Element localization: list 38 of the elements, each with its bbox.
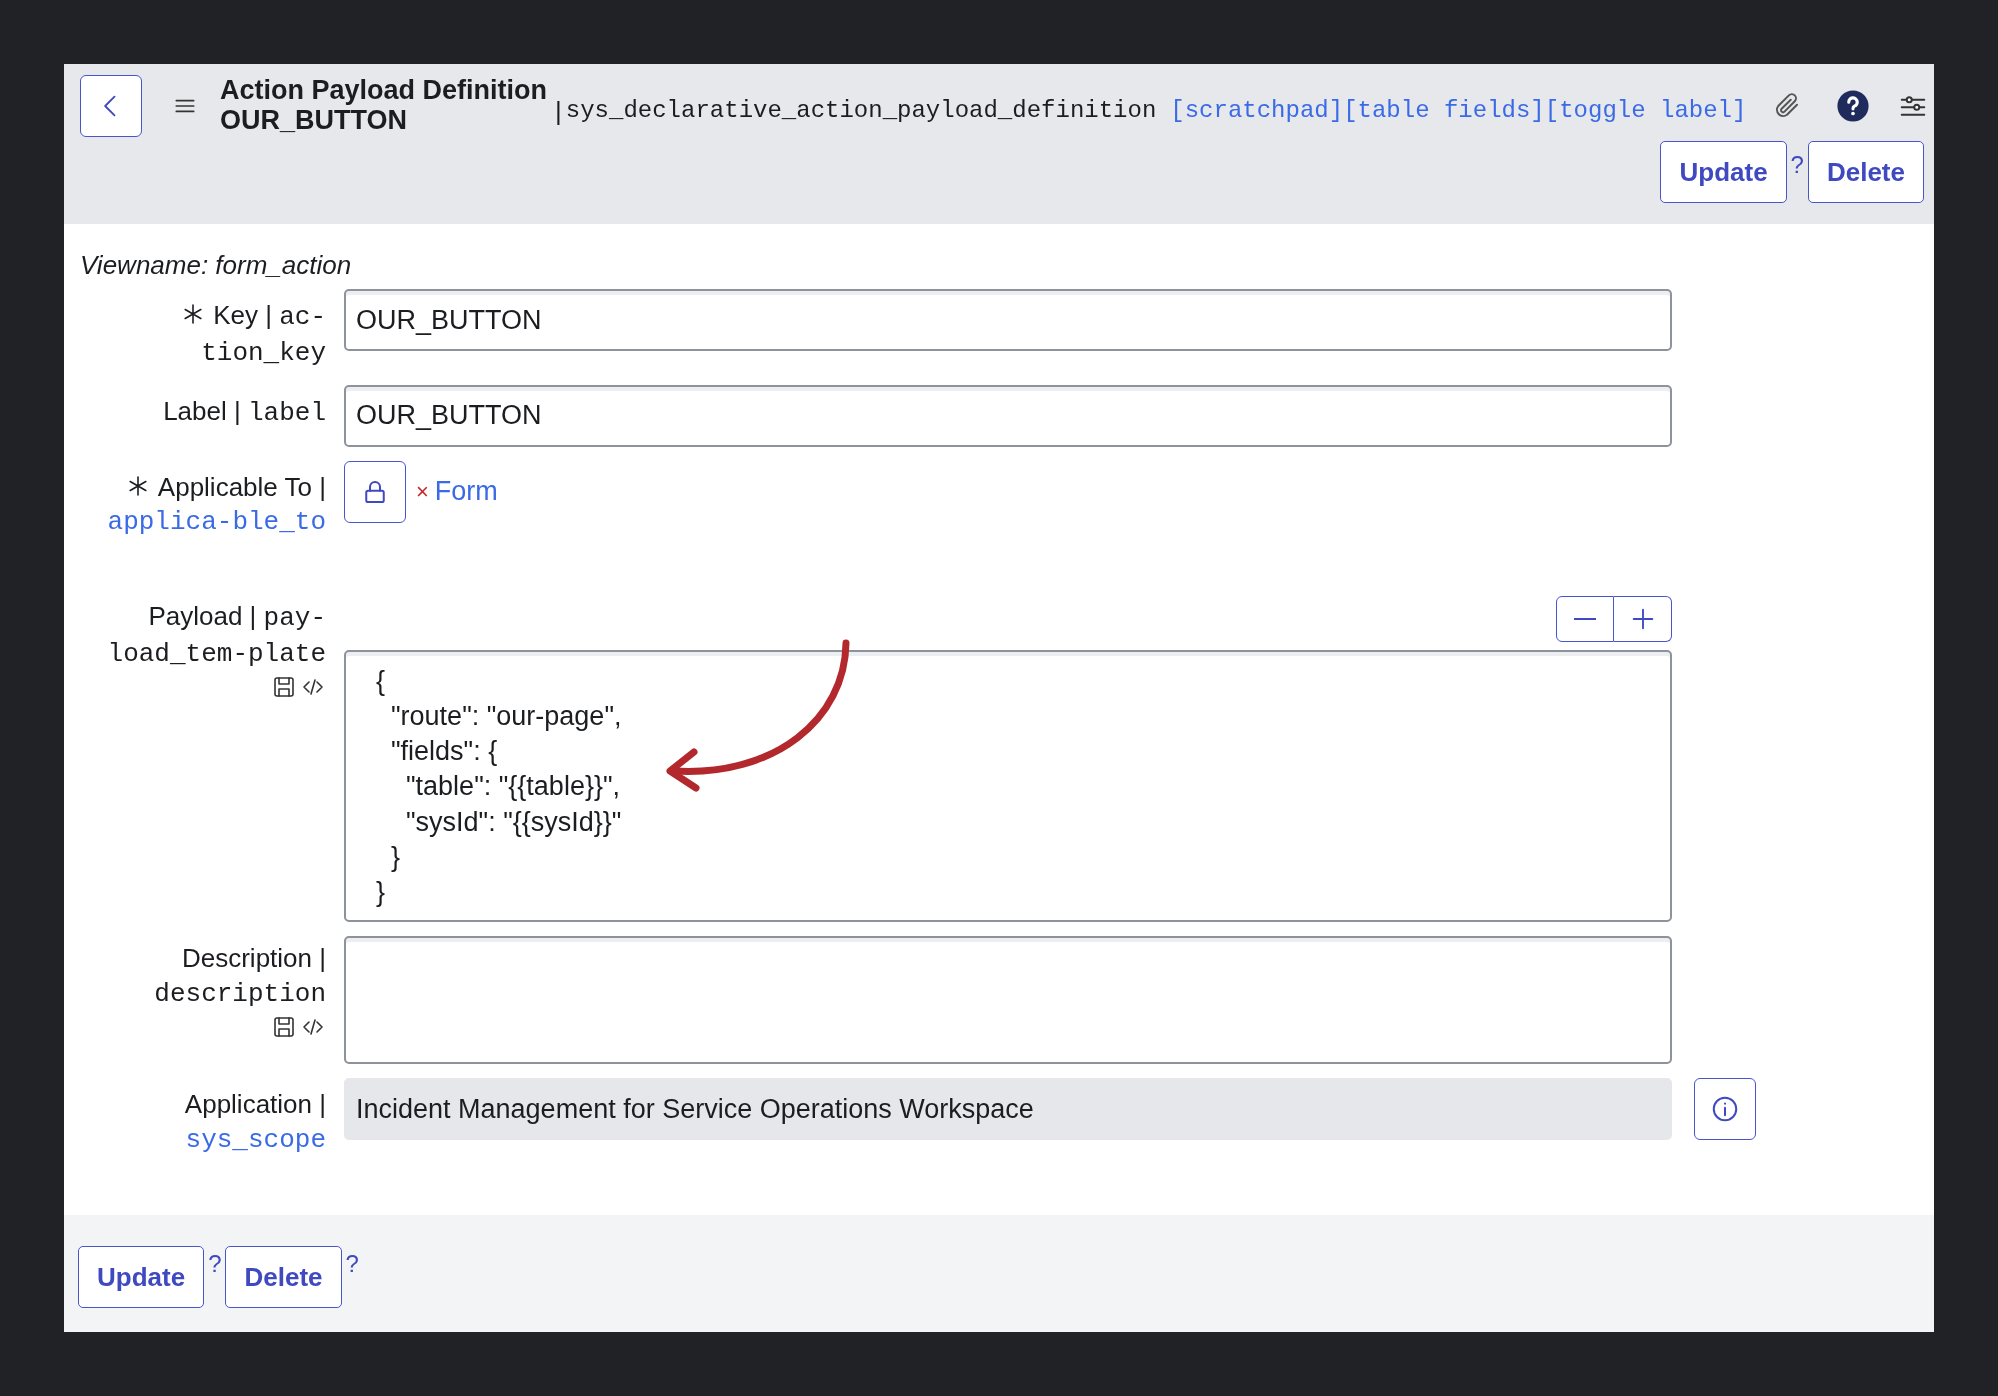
help-link[interactable]: ?	[345, 1246, 359, 1282]
header-link[interactable]: [scratchpad]	[1170, 93, 1344, 129]
info-button[interactable]	[1694, 1078, 1756, 1141]
zoom-in-button[interactable]	[1614, 596, 1672, 643]
zoom-out-button[interactable]	[1556, 596, 1614, 643]
remove-link[interactable]: ×	[416, 475, 429, 509]
record-name: OUR_BUTTON	[220, 106, 408, 136]
table-name: sys_declarative_action_payload_definition	[565, 96, 1157, 126]
field-label: Label | label	[163, 395, 326, 426]
text-field[interactable]: OUR_BUTTON	[344, 384, 1672, 447]
minus-icon	[1573, 617, 1597, 622]
field-label: Payload | pay-load_tem-plate	[107, 601, 326, 667]
reference-link[interactable]: Form	[434, 471, 498, 512]
action-button[interactable]: Delete	[1807, 141, 1924, 203]
field-name-link[interactable]: sys_scope	[185, 1125, 326, 1155]
field-label: Applicable To |	[157, 471, 326, 502]
field-label: Application |	[184, 1089, 326, 1120]
field-label: Key | ac-tion_key	[201, 300, 326, 366]
header-link[interactable]: [toggle label]	[1544, 93, 1747, 129]
viewname-label: Viewname: form_action	[80, 249, 353, 282]
separator: |	[555, 94, 562, 128]
action-button[interactable]: Update	[78, 1246, 205, 1308]
help-icon	[1836, 89, 1871, 123]
action-button[interactable]: Delete	[225, 1246, 342, 1308]
script-editor[interactable]: { "route": "our-page", "fields": { "table": "{{table}}", "sysId": "{{sysId}}" } }	[344, 650, 1672, 923]
lock-button[interactable]	[344, 460, 406, 523]
text-field[interactable]: OUR_BUTTON	[344, 289, 1672, 351]
header-link[interactable]: [table fields]	[1343, 93, 1545, 129]
field-name-link[interactable]: applica-ble_to	[107, 507, 326, 538]
field-label: Description | description	[154, 943, 326, 1007]
back-button[interactable]	[80, 75, 142, 137]
readonly-field: Incident Management for Service Operations Workspace	[344, 1078, 1672, 1141]
action-button[interactable]: Update	[1660, 141, 1787, 203]
textarea-field[interactable]	[344, 936, 1672, 1065]
record-title: Action Payload Definition	[220, 76, 548, 106]
help-link[interactable]: ?	[208, 1246, 222, 1282]
help-button[interactable]	[1836, 89, 1871, 123]
help-link[interactable]: ?	[1790, 147, 1804, 183]
